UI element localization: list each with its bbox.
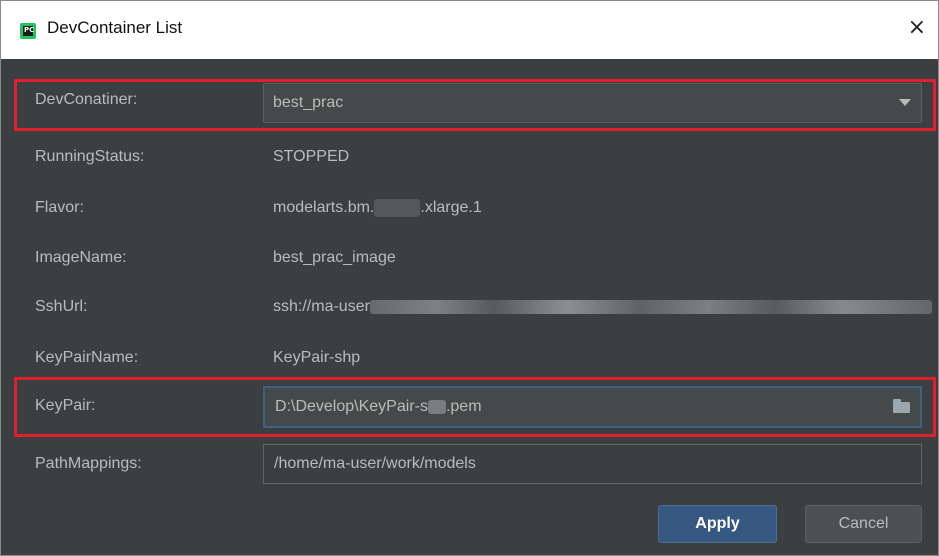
dialog-title: DevContainer List: [47, 18, 183, 37]
devcontainer-selected-value: best_prac: [273, 94, 344, 111]
path-mappings-input[interactable]: /home/ma-user/work/models: [263, 444, 922, 484]
key-pair-name-label: KeyPairName:: [35, 349, 139, 366]
title-bar: PC DevContainer List ×: [1, 1, 938, 59]
ssh-url-prefix: ssh://ma-user: [273, 298, 370, 315]
path-mappings-value: /home/ma-user/work/models: [274, 455, 476, 472]
flavor-value-prefix: modelarts.bm.: [273, 199, 375, 217]
flavor-value: modelarts.bm. .xlarge.1: [273, 199, 482, 217]
devcontainer-list-dialog: PC DevContainer List × DevConatiner: bes…: [0, 0, 939, 556]
pycharm-app-icon: PC: [20, 23, 36, 39]
flavor-label: Flavor:: [35, 199, 84, 216]
redacted-blur: [427, 399, 446, 414]
key-pair-label: KeyPair:: [35, 397, 96, 414]
running-status-value: STOPPED: [273, 148, 350, 165]
redacted-blur: [369, 299, 932, 314]
cancel-button[interactable]: Cancel: [805, 505, 922, 543]
close-icon[interactable]: ×: [908, 15, 926, 40]
dialog-content: DevConatiner: best_prac RunningStatus: S…: [1, 59, 938, 555]
apply-button[interactable]: Apply: [658, 505, 777, 543]
devcontainer-select[interactable]: best_prac: [263, 83, 922, 123]
key-pair-name-value: KeyPair-shp: [273, 349, 361, 366]
key-pair-path-value: D:\Develop\KeyPair-s .pem: [275, 398, 482, 415]
path-mappings-label: PathMappings:: [35, 455, 142, 472]
key-pair-path-input[interactable]: D:\Develop\KeyPair-s .pem: [263, 386, 922, 428]
ssh-url-value: ssh://ma-user: [273, 298, 932, 316]
running-status-label: RunningStatus:: [35, 148, 145, 165]
dropdown-arrow-icon[interactable]: [899, 99, 911, 106]
ssh-url-label: SshUrl:: [35, 298, 88, 315]
folder-icon[interactable]: [893, 399, 910, 413]
image-name-value: best_prac_image: [273, 249, 396, 266]
devcontainer-label: DevConatiner:: [35, 91, 138, 108]
flavor-value-suffix: .xlarge.1: [420, 199, 482, 217]
redacted-blur: [374, 199, 421, 217]
image-name-label: ImageName:: [35, 249, 127, 266]
